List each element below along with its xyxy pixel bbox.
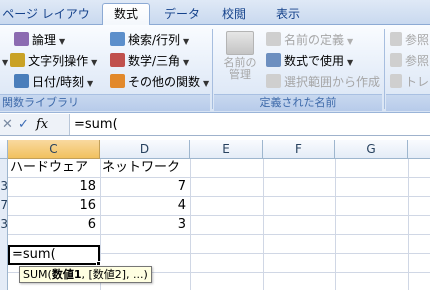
column-header-h[interactable] bbox=[408, 140, 430, 159]
cell-d-value[interactable]: 4 bbox=[100, 196, 186, 215]
trace-precedents-icon bbox=[390, 32, 402, 46]
lookup-button[interactable]: 検索/行列 ▼ bbox=[110, 31, 189, 50]
row-header-corner bbox=[0, 140, 8, 159]
group-function-library: 論理 ▼ ▼ 文字列操作 ▼ 日付/時刻 ▼ 検索/行列 ▼ 数学/三角 ▼ その他の関数 ▼… bbox=[0, 27, 210, 111]
active-cell-text[interactable]: =sum( bbox=[12, 247, 56, 263]
tab-data[interactable]: データ bbox=[158, 4, 206, 25]
trace-precedents-label: 参照 bbox=[405, 33, 430, 47]
cell-d-value[interactable]: 3 bbox=[100, 215, 186, 234]
enter-icon[interactable]: ✓ bbox=[18, 115, 29, 134]
grid-line bbox=[190, 159, 191, 290]
group-defined-names: 名前の 管理 名前の定義 ▼ 数式で使用 ▼ 選択範囲から作成 定義された名前 bbox=[214, 27, 382, 111]
formula-input[interactable]: =sum( bbox=[74, 114, 118, 135]
cell-d-header[interactable]: ネットワーク bbox=[102, 158, 180, 177]
grid-line bbox=[263, 159, 264, 290]
text-label: 文字列操作 bbox=[28, 54, 89, 68]
group-divider bbox=[384, 29, 385, 109]
chevron-down-icon: ▼ bbox=[347, 37, 354, 46]
name-manager-icon bbox=[226, 31, 254, 55]
column-header-f[interactable]: F bbox=[263, 140, 335, 159]
trace-dependents-label: 参照 bbox=[405, 54, 430, 68]
group-formula-auditing: 参照 参照 トレ bbox=[386, 27, 430, 111]
row-number[interactable]: 7 bbox=[0, 196, 8, 215]
datetime-button[interactable]: 日付/時刻 ▼ bbox=[14, 73, 93, 92]
name-manager-button[interactable]: 名前の 管理 bbox=[220, 31, 260, 91]
create-from-selection-icon bbox=[266, 74, 281, 88]
more-functions-button[interactable]: その他の関数 ▼ bbox=[110, 73, 209, 92]
ribbon-tab-bar: ページ レイアウト 数式 データ 校閲 表示 bbox=[0, 0, 430, 41]
cell-d-value[interactable]: 7 bbox=[100, 177, 186, 196]
cancel-icon[interactable]: ✕ bbox=[2, 115, 13, 134]
chevron-down-icon: ▼ bbox=[203, 79, 210, 88]
use-in-formula-label: 数式で使用 bbox=[284, 54, 345, 68]
tab-review[interactable]: 校閲 bbox=[212, 4, 256, 25]
column-header-e[interactable]: E bbox=[190, 140, 263, 159]
grid-line bbox=[408, 159, 409, 290]
lookup-icon bbox=[110, 32, 125, 46]
logical-icon bbox=[14, 32, 29, 46]
group-caption bbox=[386, 94, 430, 111]
column-header-d[interactable]: D bbox=[100, 140, 190, 159]
row-number[interactable]: 3 bbox=[0, 215, 8, 234]
datetime-label: 日付/時刻 bbox=[32, 75, 85, 89]
chevron-down-icon: ▼ bbox=[59, 37, 66, 46]
text-icon bbox=[10, 53, 26, 67]
ribbon-panel: 論理 ▼ ▼ 文字列操作 ▼ 日付/時刻 ▼ 検索/行列 ▼ 数学/三角 ▼ その他の関数 ▼… bbox=[0, 25, 430, 113]
tab-view[interactable]: 表示 bbox=[264, 4, 312, 25]
grid-line bbox=[335, 159, 336, 290]
cell-c-value[interactable]: 16 bbox=[8, 196, 96, 215]
math-icon bbox=[110, 53, 125, 67]
insert-function-icon[interactable]: fx bbox=[36, 115, 48, 134]
trace-dependents-icon bbox=[390, 53, 402, 67]
lookup-label: 検索/行列 bbox=[128, 33, 181, 47]
chevron-down-icon: ▼ bbox=[2, 58, 9, 67]
formula-bar: ✕ ✓ fx =sum( bbox=[0, 114, 430, 136]
tab-page-layout[interactable]: ページ レイアウト bbox=[2, 4, 90, 41]
use-in-formula-button[interactable]: 数式で使用 ▼ bbox=[266, 52, 353, 71]
more-functions-icon bbox=[110, 74, 125, 88]
cell-c-value[interactable]: 18 bbox=[8, 177, 96, 196]
tooltip-function[interactable]: SUM( bbox=[23, 268, 52, 281]
trace-dependents-button[interactable]: 参照 bbox=[390, 52, 429, 71]
chevron-down-icon: ▼ bbox=[87, 79, 94, 88]
create-from-selection-button[interactable]: 選択範囲から作成 bbox=[266, 73, 380, 92]
name-manager-label: 名前の 管理 bbox=[223, 56, 257, 81]
formula-bar-tools: ✕ ✓ fx bbox=[0, 114, 70, 135]
trace-precedents-button[interactable]: 参照 bbox=[390, 31, 429, 50]
text-button[interactable]: ▼ 文字列操作 ▼ bbox=[2, 52, 97, 71]
create-from-selection-label: 選択範囲から作成 bbox=[284, 75, 381, 89]
remove-arrows-button[interactable]: トレ bbox=[390, 73, 429, 92]
remove-arrows-label: トレ bbox=[405, 75, 430, 89]
logical-label: 論理 bbox=[32, 33, 57, 47]
calendar-icon bbox=[14, 74, 29, 88]
use-in-formula-icon bbox=[266, 53, 281, 67]
row-number[interactable]: 3 bbox=[0, 177, 8, 196]
define-name-label: 名前の定義 bbox=[284, 33, 345, 47]
tooltip-rest-args: , [数値2], ...) bbox=[81, 268, 148, 281]
cell-c-header[interactable]: ハードウェア bbox=[10, 158, 88, 177]
tab-formulas[interactable]: 数式 bbox=[102, 3, 150, 26]
logical-button[interactable]: 論理 ▼ bbox=[14, 31, 65, 50]
active-cell[interactable]: =sum( bbox=[8, 245, 100, 265]
define-name-button[interactable]: 名前の定義 ▼ bbox=[266, 31, 353, 50]
chevron-down-icon: ▼ bbox=[183, 58, 190, 67]
group-caption: 関数ライブラリ bbox=[0, 94, 210, 111]
tooltip-current-arg[interactable]: 数値1 bbox=[52, 268, 82, 281]
chevron-down-icon: ▼ bbox=[183, 37, 190, 46]
group-divider bbox=[212, 29, 213, 109]
define-name-icon bbox=[266, 32, 281, 46]
chevron-down-icon: ▼ bbox=[347, 58, 354, 67]
grid-line bbox=[8, 234, 430, 235]
math-label: 数学/三角 bbox=[128, 54, 181, 68]
remove-arrows-icon bbox=[390, 74, 402, 88]
column-header-g[interactable]: G bbox=[335, 140, 408, 159]
more-functions-label: その他の関数 bbox=[128, 75, 201, 89]
group-caption: 定義された名前 bbox=[214, 94, 382, 111]
math-button[interactable]: 数学/三角 ▼ bbox=[110, 52, 189, 71]
cell-c-value[interactable]: 6 bbox=[8, 215, 96, 234]
chevron-down-icon: ▼ bbox=[91, 58, 98, 67]
column-header-c[interactable]: C bbox=[8, 140, 100, 159]
function-tooltip: SUM(数値1, [数値2], ...) bbox=[19, 266, 152, 283]
